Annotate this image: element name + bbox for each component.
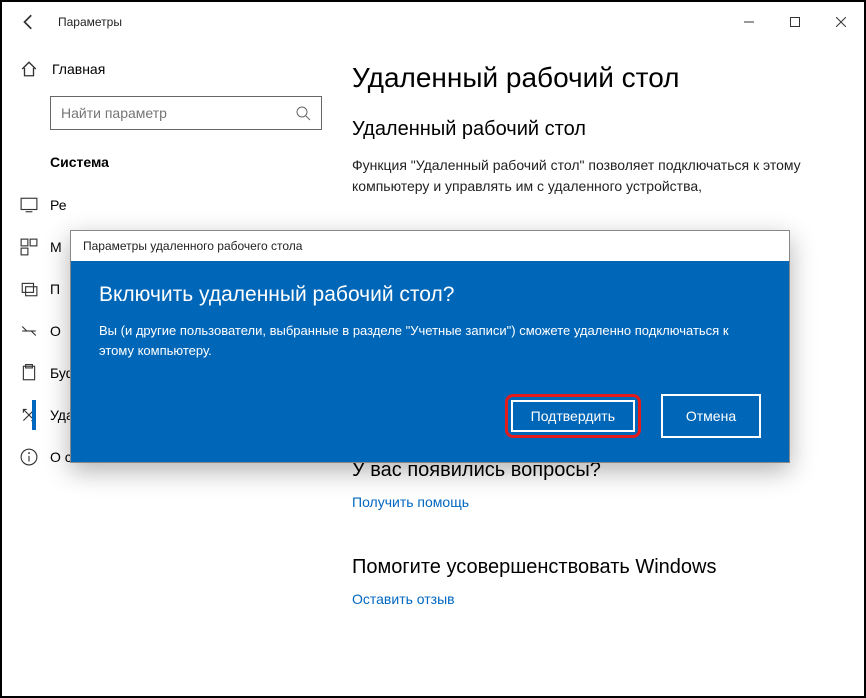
multitask-icon xyxy=(20,238,38,256)
dialog-buttons: Подтвердить Отмена xyxy=(99,394,761,438)
info-icon xyxy=(20,448,38,466)
close-button[interactable] xyxy=(818,6,864,38)
confirm-button-label: Подтвердить xyxy=(511,400,635,432)
dialog-body: Включить удаленный рабочий стол? Вы (и д… xyxy=(71,261,789,462)
window-title: Параметры xyxy=(58,15,122,29)
dialog-title: Параметры удаленного рабочего стола xyxy=(71,231,789,261)
feedback-link[interactable]: Оставить отзыв xyxy=(352,591,455,607)
description: Функция "Удаленный рабочий стол" позволя… xyxy=(352,155,834,197)
remote-desktop-icon xyxy=(20,406,38,424)
window-controls xyxy=(726,6,864,38)
display-icon xyxy=(20,196,38,214)
dialog-text: Вы (и другие пользователи, выбранные в р… xyxy=(99,321,761,360)
help-link[interactable]: Получить помощь xyxy=(352,494,469,510)
titlebar: Параметры xyxy=(2,2,864,42)
home-icon xyxy=(20,60,38,78)
home-label: Главная xyxy=(52,61,105,77)
sub-title: Удаленный рабочий стол xyxy=(352,118,834,141)
dialog-heading: Включить удаленный рабочий стол? xyxy=(99,283,761,307)
home-nav[interactable]: Главная xyxy=(2,52,342,90)
page-title: Удаленный рабочий стол xyxy=(352,62,834,94)
confirm-button[interactable]: Подтвердить xyxy=(505,394,641,438)
nav-label: О xyxy=(50,323,61,339)
search-icon xyxy=(295,105,311,121)
search-box[interactable] xyxy=(50,96,322,130)
back-arrow-icon[interactable] xyxy=(20,13,38,31)
nav-label: Ре xyxy=(50,197,67,213)
confirm-dialog: Параметры удаленного рабочего стола Вклю… xyxy=(70,230,790,463)
search-input[interactable] xyxy=(61,105,295,121)
projection-icon xyxy=(20,280,38,298)
section-title: Система xyxy=(2,148,342,184)
sidebar-item-0[interactable]: Ре xyxy=(2,184,342,226)
minimize-button[interactable] xyxy=(726,6,772,38)
cancel-button[interactable]: Отмена xyxy=(661,394,761,438)
nav-label: П xyxy=(50,281,60,297)
shared-icon xyxy=(20,322,38,340)
improve-title: Помогите усовершенствовать Windows xyxy=(352,556,834,579)
maximize-button[interactable] xyxy=(772,6,818,38)
clipboard-icon xyxy=(20,364,38,382)
nav-label: М xyxy=(50,239,62,255)
